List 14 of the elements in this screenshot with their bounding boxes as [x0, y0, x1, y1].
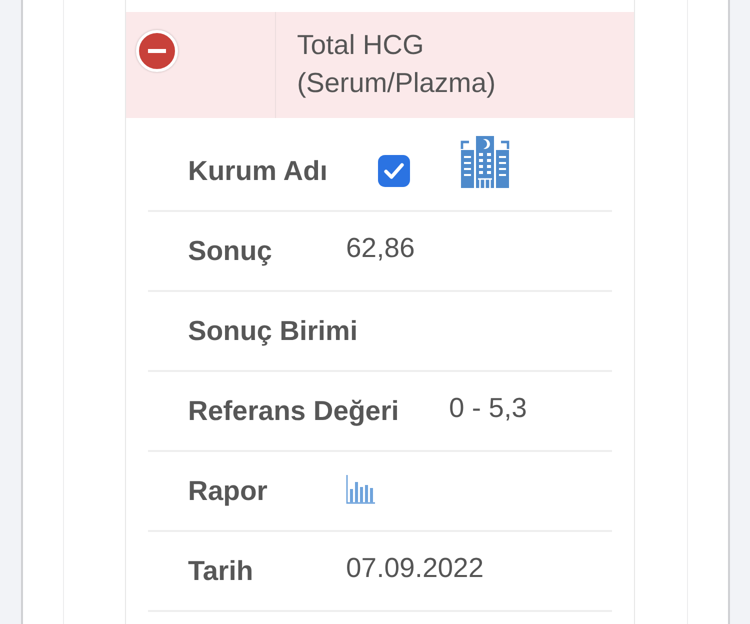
field-value: 07.09.2022	[346, 551, 484, 586]
collapse-toggle-icon[interactable]	[136, 30, 178, 72]
field-label: Kurum Adı	[188, 154, 328, 188]
field-label: Sonuç	[188, 234, 274, 268]
bar-chart-icon[interactable]	[346, 474, 375, 504]
field-value: 0 - 5,3	[448, 391, 527, 426]
field-label: Tarih	[188, 554, 254, 588]
test-name: Total HCG (Serum/Plazma)	[297, 28, 497, 100]
checkbox[interactable]	[378, 155, 410, 187]
field-value: 62,86	[346, 231, 415, 266]
hospital-building-icon	[458, 136, 511, 188]
field-label: Sonuç Birimi	[188, 314, 358, 348]
field-label: Rapor	[188, 474, 268, 508]
field-label: Referans Değeri	[188, 394, 399, 428]
